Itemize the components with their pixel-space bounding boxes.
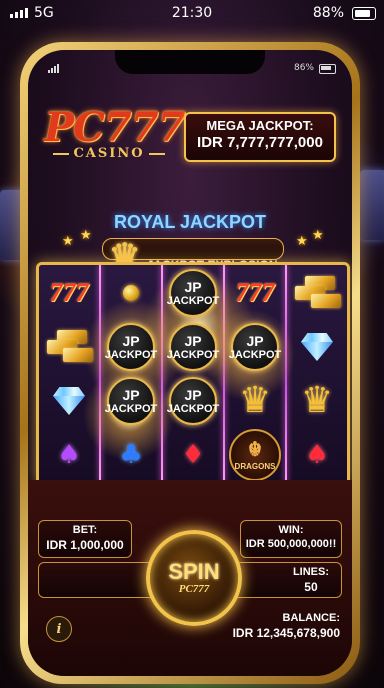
jp-coin-icon: JP JACKPOT: [166, 377, 220, 425]
crown-icon: ♛: [300, 380, 334, 421]
gold-bars-icon: [293, 276, 341, 310]
game-status-bar: 86%: [28, 62, 352, 76]
symbol-dragon: ☬ DRAGONS: [226, 429, 284, 481]
jp-coin-icon: JP JACKPOT: [104, 377, 158, 425]
logo-subtitle: CASINO: [44, 146, 174, 161]
jackpot-text: JACKPOT: [166, 294, 220, 307]
phone-frame: 86% PC777 CASINO MEGA JACKPOT: IDR 7,777…: [20, 42, 360, 684]
symbol-jp-jackpot: JP JACKPOT: [102, 375, 160, 427]
seven-symbol-text: 777: [49, 278, 89, 307]
jp-coin-icon: JP JACKPOT: [228, 323, 282, 371]
mega-jackpot-box: MEGA JACKPOT: IDR 7,777,777,000: [184, 112, 336, 162]
win-value: IDR 500,000,000!!: [245, 538, 337, 550]
battery-icon: [352, 7, 376, 20]
info-icon: i: [56, 621, 62, 637]
spin-label: SPIN: [168, 559, 220, 584]
dragon-label: DRAGONS: [234, 461, 276, 471]
symbol-jp-jackpot: JP JACKPOT: [164, 321, 222, 373]
crown-icon: ♛: [238, 380, 272, 421]
symbol-jp-jackpot: JP JACKPOT: [102, 321, 160, 373]
jp-text: JP: [184, 278, 202, 295]
jackpot-text: JACKPOT: [228, 348, 282, 361]
bet-box[interactable]: BET: IDR 1,000,000: [38, 520, 132, 558]
balance-label: BALANCE:: [282, 612, 340, 624]
lines-value: 50: [304, 580, 318, 594]
lines-label: LINES:: [292, 566, 329, 578]
battery-percent: 88%: [312, 5, 344, 21]
club-icon: ♣: [119, 440, 143, 470]
battery-percent: 86%: [293, 63, 314, 73]
symbol-crown: ♛: [288, 375, 346, 427]
spade-icon: ♠: [57, 440, 81, 470]
win-label: WIN:: [278, 524, 304, 536]
jackpot-text: JACKPOT: [166, 402, 220, 415]
jp-text: JP: [122, 332, 140, 349]
star-icon: ★: [80, 228, 92, 243]
diamond-suit-icon: ♦: [181, 440, 205, 470]
mega-jackpot-value: IDR 7,777,777,000: [197, 134, 323, 151]
logo-subtitle-text: CASINO: [73, 146, 145, 161]
symbol-seven: 777: [40, 267, 98, 319]
balance-value: IDR 12,345,678,900: [232, 626, 340, 640]
symbol-diamond-suit: ♦: [164, 429, 222, 481]
jp-text: JP: [184, 386, 202, 403]
symbol-diamond: [40, 375, 98, 427]
jp-coin-icon: JP JACKPOT: [104, 323, 158, 371]
background-slot-machine: [360, 170, 384, 240]
win-box: WIN: IDR 500,000,000!!: [240, 520, 342, 558]
gold-coin-icon: [123, 285, 139, 301]
lines-content: LINES: 50: [293, 566, 329, 594]
logo-brand: PC777: [44, 104, 185, 151]
symbol-jp-jackpot: JP JACKPOT: [226, 321, 284, 373]
dragon-icon: ☬: [247, 438, 263, 461]
symbol-gold-bars: [288, 267, 346, 319]
signal-icon: [48, 64, 59, 73]
symbol-empty: [102, 267, 160, 319]
jp-text: JP: [246, 332, 264, 349]
symbol-diamond: [288, 321, 346, 373]
jp-coin-icon: JP JACKPOT: [166, 269, 220, 317]
bet-label: BET:: [72, 524, 98, 536]
star-icon: ★: [312, 228, 324, 243]
casino-logo: PC777 CASINO: [44, 104, 185, 162]
bet-value: IDR 1,000,000: [46, 538, 124, 552]
jackpot-text: JACKPOT: [104, 402, 158, 415]
symbol-spade: ♠: [288, 429, 346, 481]
symbol-club: ♣: [102, 429, 160, 481]
jackpot-text: JACKPOT: [166, 348, 220, 361]
device-status-bar: 5G 21:30 88%: [0, 0, 384, 28]
royal-jackpot-title: ROYAL JACKPOT: [113, 212, 267, 232]
gold-bars-icon: [45, 330, 93, 364]
spade-icon: ♠: [305, 440, 329, 470]
game-screen: 86% PC777 CASINO MEGA JACKPOT: IDR 7,777…: [28, 50, 352, 676]
symbol-seven: 777: [226, 267, 284, 319]
seven-symbol-text: 777: [235, 278, 275, 307]
symbol-crown: ♛: [226, 375, 284, 427]
symbol-gold-bars: [40, 321, 98, 373]
dragon-emblem-icon: ☬ DRAGONS: [229, 429, 281, 481]
info-button[interactable]: i: [46, 616, 72, 642]
battery-icon: [319, 64, 336, 74]
spin-button[interactable]: SPIN PC777: [146, 530, 242, 626]
star-icon: ★: [62, 234, 74, 249]
mega-jackpot-label: MEGA JACKPOT:: [206, 118, 314, 133]
balance-display: BALANCE: IDR 12,345,678,900: [233, 612, 340, 640]
symbol-jp-jackpot: JP JACKPOT: [164, 375, 222, 427]
jp-coin-icon: JP JACKPOT: [166, 323, 220, 371]
jackpot-explosion-banner: ♛JACKPOT EXPLOSION: [102, 238, 284, 275]
diamond-gem-icon: [53, 387, 85, 415]
slot-reels: 777 JP JACKPOT 777 JP JACKPOT JP JACKPOT…: [36, 262, 350, 486]
symbol-jp-jackpot: JP JACKPOT: [164, 267, 222, 319]
symbol-spade: ♠: [40, 429, 98, 481]
diamond-gem-icon: [301, 333, 333, 361]
star-icon: ★: [296, 234, 308, 249]
jp-text: JP: [184, 332, 202, 349]
jp-text: JP: [122, 386, 140, 403]
jackpot-text: JACKPOT: [104, 348, 158, 361]
spin-sublabel: PC777: [178, 583, 210, 595]
